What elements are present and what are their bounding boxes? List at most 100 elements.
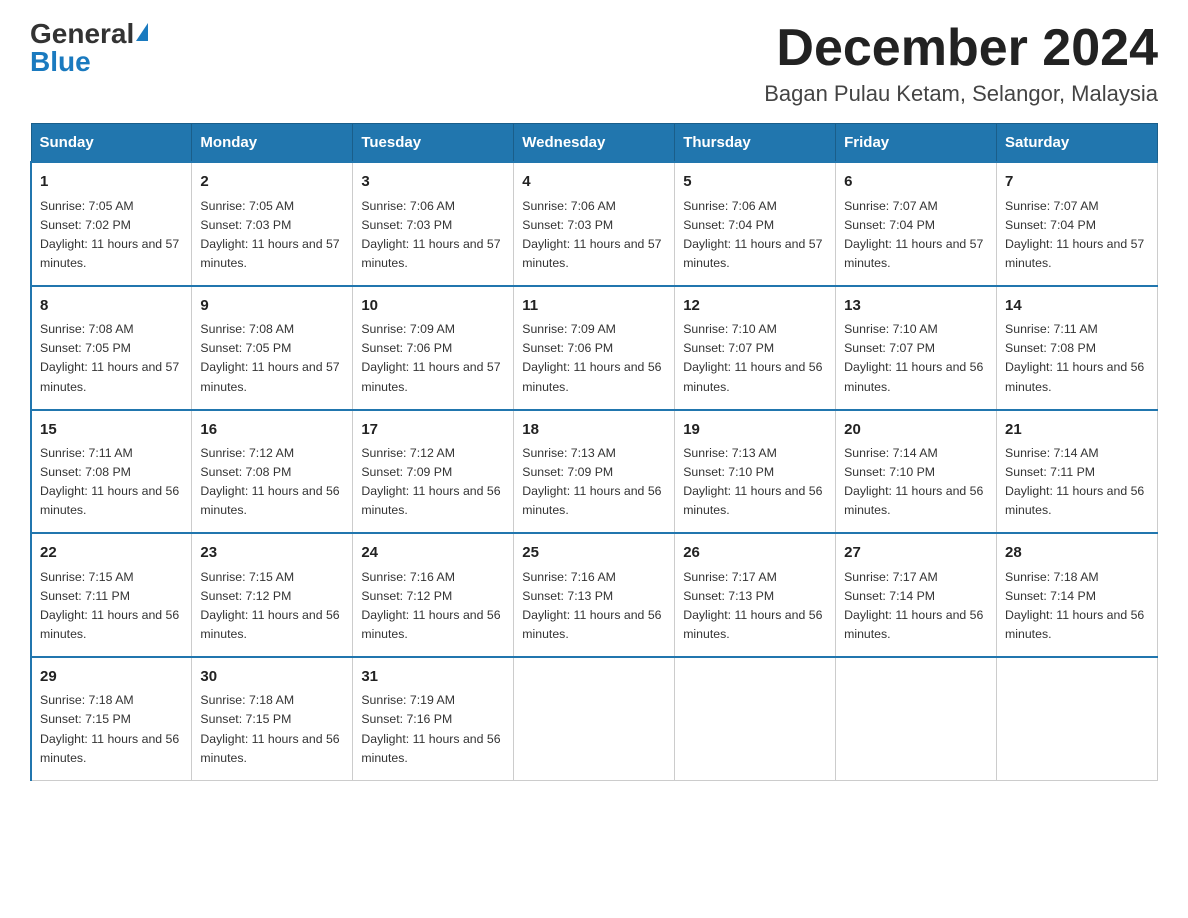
calendar-cell: 24 Sunrise: 7:16 AM Sunset: 7:12 PM Dayl… [353,533,514,657]
logo: General Blue [30,20,148,76]
day-info: Sunrise: 7:13 AM Sunset: 7:09 PM Dayligh… [522,444,666,520]
column-header-tuesday: Tuesday [353,124,514,163]
day-number: 5 [683,171,827,194]
day-number: 21 [1005,419,1149,442]
calendar-cell: 29 Sunrise: 7:18 AM Sunset: 7:15 PM Dayl… [31,657,192,780]
calendar-cell: 25 Sunrise: 7:16 AM Sunset: 7:13 PM Dayl… [514,533,675,657]
day-info: Sunrise: 7:09 AM Sunset: 7:06 PM Dayligh… [361,320,505,396]
calendar-cell: 4 Sunrise: 7:06 AM Sunset: 7:03 PM Dayli… [514,162,675,286]
calendar-cell: 8 Sunrise: 7:08 AM Sunset: 7:05 PM Dayli… [31,286,192,410]
day-info: Sunrise: 7:18 AM Sunset: 7:14 PM Dayligh… [1005,568,1149,644]
day-number: 25 [522,542,666,565]
day-number: 17 [361,419,505,442]
calendar-header-row: SundayMondayTuesdayWednesdayThursdayFrid… [31,124,1158,163]
calendar-cell: 18 Sunrise: 7:13 AM Sunset: 7:09 PM Dayl… [514,410,675,534]
day-number: 19 [683,419,827,442]
page-header: General Blue December 2024 Bagan Pulau K… [30,20,1158,107]
calendar-cell: 28 Sunrise: 7:18 AM Sunset: 7:14 PM Dayl… [997,533,1158,657]
day-info: Sunrise: 7:06 AM Sunset: 7:03 PM Dayligh… [361,197,505,273]
day-info: Sunrise: 7:07 AM Sunset: 7:04 PM Dayligh… [844,197,988,273]
week-row-4: 22 Sunrise: 7:15 AM Sunset: 7:11 PM Dayl… [31,533,1158,657]
day-info: Sunrise: 7:19 AM Sunset: 7:16 PM Dayligh… [361,691,505,767]
calendar-cell: 13 Sunrise: 7:10 AM Sunset: 7:07 PM Dayl… [836,286,997,410]
calendar-cell: 16 Sunrise: 7:12 AM Sunset: 7:08 PM Dayl… [192,410,353,534]
day-info: Sunrise: 7:10 AM Sunset: 7:07 PM Dayligh… [683,320,827,396]
calendar-cell: 1 Sunrise: 7:05 AM Sunset: 7:02 PM Dayli… [31,162,192,286]
logo-general-text: General [30,18,134,49]
column-header-thursday: Thursday [675,124,836,163]
day-number: 30 [200,666,344,689]
title-block: December 2024 Bagan Pulau Ketam, Selango… [764,20,1158,107]
calendar-cell: 10 Sunrise: 7:09 AM Sunset: 7:06 PM Dayl… [353,286,514,410]
calendar-cell [514,657,675,780]
day-number: 2 [200,171,344,194]
day-info: Sunrise: 7:14 AM Sunset: 7:11 PM Dayligh… [1005,444,1149,520]
calendar-cell: 6 Sunrise: 7:07 AM Sunset: 7:04 PM Dayli… [836,162,997,286]
day-number: 15 [40,419,183,442]
calendar-cell: 3 Sunrise: 7:06 AM Sunset: 7:03 PM Dayli… [353,162,514,286]
day-number: 31 [361,666,505,689]
calendar-cell: 14 Sunrise: 7:11 AM Sunset: 7:08 PM Dayl… [997,286,1158,410]
calendar-cell: 19 Sunrise: 7:13 AM Sunset: 7:10 PM Dayl… [675,410,836,534]
calendar-cell: 11 Sunrise: 7:09 AM Sunset: 7:06 PM Dayl… [514,286,675,410]
column-header-saturday: Saturday [997,124,1158,163]
day-info: Sunrise: 7:17 AM Sunset: 7:13 PM Dayligh… [683,568,827,644]
calendar-cell [836,657,997,780]
day-info: Sunrise: 7:11 AM Sunset: 7:08 PM Dayligh… [1005,320,1149,396]
day-number: 8 [40,295,183,318]
day-number: 7 [1005,171,1149,194]
day-info: Sunrise: 7:17 AM Sunset: 7:14 PM Dayligh… [844,568,988,644]
day-number: 22 [40,542,183,565]
day-info: Sunrise: 7:15 AM Sunset: 7:12 PM Dayligh… [200,568,344,644]
calendar-cell: 23 Sunrise: 7:15 AM Sunset: 7:12 PM Dayl… [192,533,353,657]
day-number: 10 [361,295,505,318]
location-subtitle: Bagan Pulau Ketam, Selangor, Malaysia [764,81,1158,107]
calendar-cell: 21 Sunrise: 7:14 AM Sunset: 7:11 PM Dayl… [997,410,1158,534]
day-info: Sunrise: 7:08 AM Sunset: 7:05 PM Dayligh… [200,320,344,396]
calendar-cell: 9 Sunrise: 7:08 AM Sunset: 7:05 PM Dayli… [192,286,353,410]
day-info: Sunrise: 7:05 AM Sunset: 7:02 PM Dayligh… [40,197,183,273]
day-number: 3 [361,171,505,194]
day-number: 9 [200,295,344,318]
day-info: Sunrise: 7:13 AM Sunset: 7:10 PM Dayligh… [683,444,827,520]
day-number: 13 [844,295,988,318]
month-year-title: December 2024 [764,20,1158,77]
day-number: 18 [522,419,666,442]
week-row-2: 8 Sunrise: 7:08 AM Sunset: 7:05 PM Dayli… [31,286,1158,410]
calendar-cell: 15 Sunrise: 7:11 AM Sunset: 7:08 PM Dayl… [31,410,192,534]
logo-triangle-icon [136,23,148,41]
day-info: Sunrise: 7:18 AM Sunset: 7:15 PM Dayligh… [200,691,344,767]
calendar-cell: 26 Sunrise: 7:17 AM Sunset: 7:13 PM Dayl… [675,533,836,657]
day-info: Sunrise: 7:05 AM Sunset: 7:03 PM Dayligh… [200,197,344,273]
day-number: 14 [1005,295,1149,318]
week-row-5: 29 Sunrise: 7:18 AM Sunset: 7:15 PM Dayl… [31,657,1158,780]
day-number: 11 [522,295,666,318]
day-info: Sunrise: 7:12 AM Sunset: 7:08 PM Dayligh… [200,444,344,520]
calendar-cell: 12 Sunrise: 7:10 AM Sunset: 7:07 PM Dayl… [675,286,836,410]
day-info: Sunrise: 7:16 AM Sunset: 7:12 PM Dayligh… [361,568,505,644]
day-info: Sunrise: 7:11 AM Sunset: 7:08 PM Dayligh… [40,444,183,520]
day-info: Sunrise: 7:08 AM Sunset: 7:05 PM Dayligh… [40,320,183,396]
day-number: 16 [200,419,344,442]
day-info: Sunrise: 7:12 AM Sunset: 7:09 PM Dayligh… [361,444,505,520]
day-info: Sunrise: 7:07 AM Sunset: 7:04 PM Dayligh… [1005,197,1149,273]
calendar-cell: 2 Sunrise: 7:05 AM Sunset: 7:03 PM Dayli… [192,162,353,286]
calendar-cell: 27 Sunrise: 7:17 AM Sunset: 7:14 PM Dayl… [836,533,997,657]
calendar-cell: 7 Sunrise: 7:07 AM Sunset: 7:04 PM Dayli… [997,162,1158,286]
calendar-cell [675,657,836,780]
day-info: Sunrise: 7:15 AM Sunset: 7:11 PM Dayligh… [40,568,183,644]
day-number: 20 [844,419,988,442]
calendar-cell [997,657,1158,780]
calendar-cell: 31 Sunrise: 7:19 AM Sunset: 7:16 PM Dayl… [353,657,514,780]
day-number: 26 [683,542,827,565]
day-number: 12 [683,295,827,318]
day-number: 29 [40,666,183,689]
day-number: 27 [844,542,988,565]
day-number: 6 [844,171,988,194]
day-info: Sunrise: 7:09 AM Sunset: 7:06 PM Dayligh… [522,320,666,396]
day-number: 28 [1005,542,1149,565]
day-number: 4 [522,171,666,194]
calendar-table: SundayMondayTuesdayWednesdayThursdayFrid… [30,123,1158,780]
day-info: Sunrise: 7:06 AM Sunset: 7:04 PM Dayligh… [683,197,827,273]
column-header-friday: Friday [836,124,997,163]
